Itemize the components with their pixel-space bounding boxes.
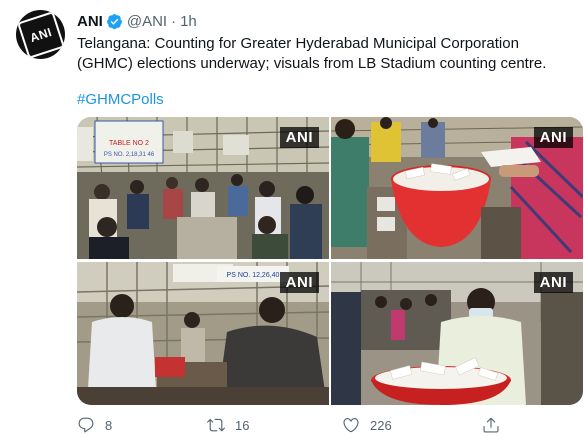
like-count: 226	[370, 417, 392, 433]
photo-ballots-basket-2[interactable]: ANI	[331, 262, 583, 405]
timestamp[interactable]: 1h	[180, 13, 197, 30]
photo-officials-table[interactable]: PS NO. 12,26,40 ANI	[77, 262, 329, 405]
retweet-icon	[207, 418, 225, 432]
share-button[interactable]	[482, 416, 510, 434]
heart-icon	[343, 418, 359, 433]
photo-ballots-basket-1[interactable]: ANI	[331, 117, 583, 259]
user-handle[interactable]: @ANI	[127, 13, 167, 30]
ani-watermark: ANI	[533, 127, 573, 148]
ani-watermark: ANI	[279, 127, 319, 148]
retweet-count: 16	[235, 417, 250, 433]
retweet-button[interactable]: 16	[207, 416, 249, 434]
media-grid: TABLE NO 2 PS NO. 2,18,31 46 ANI ANI PS …	[77, 117, 583, 405]
tweet-text: Telangana: Counting for Greater Hyderaba…	[77, 35, 547, 72]
verified-badge-icon	[106, 13, 122, 29]
tweet-header: ANI @ANI · 1h	[77, 11, 197, 31]
photo-3-sign-1: PS NO. 12,26,40	[227, 272, 280, 279]
like-button[interactable]: 226	[342, 416, 392, 434]
photo-1-sign-2: PS NO. 2,18,31 46	[104, 152, 155, 158]
photo-1-sign-1: TABLE NO 2	[109, 140, 149, 147]
ani-logo: ANI	[16, 10, 65, 59]
photo-counting-hall[interactable]: TABLE NO 2 PS NO. 2,18,31 46 ANI	[77, 117, 329, 259]
reply-count: 8	[105, 417, 113, 433]
tweet-actions: 8 16 226	[77, 416, 517, 436]
share-icon	[483, 417, 499, 433]
display-name[interactable]: ANI	[77, 13, 103, 30]
avatar[interactable]: ANI	[16, 10, 65, 59]
separator-dot: ·	[171, 12, 177, 30]
reply-button[interactable]: 8	[77, 416, 112, 434]
reply-icon	[78, 417, 94, 433]
ani-watermark: ANI	[533, 272, 573, 293]
avatar-logo-text: ANI	[27, 24, 54, 45]
hashtag-link[interactable]: #GHMCPolls	[77, 91, 164, 108]
ani-watermark: ANI	[279, 272, 319, 293]
